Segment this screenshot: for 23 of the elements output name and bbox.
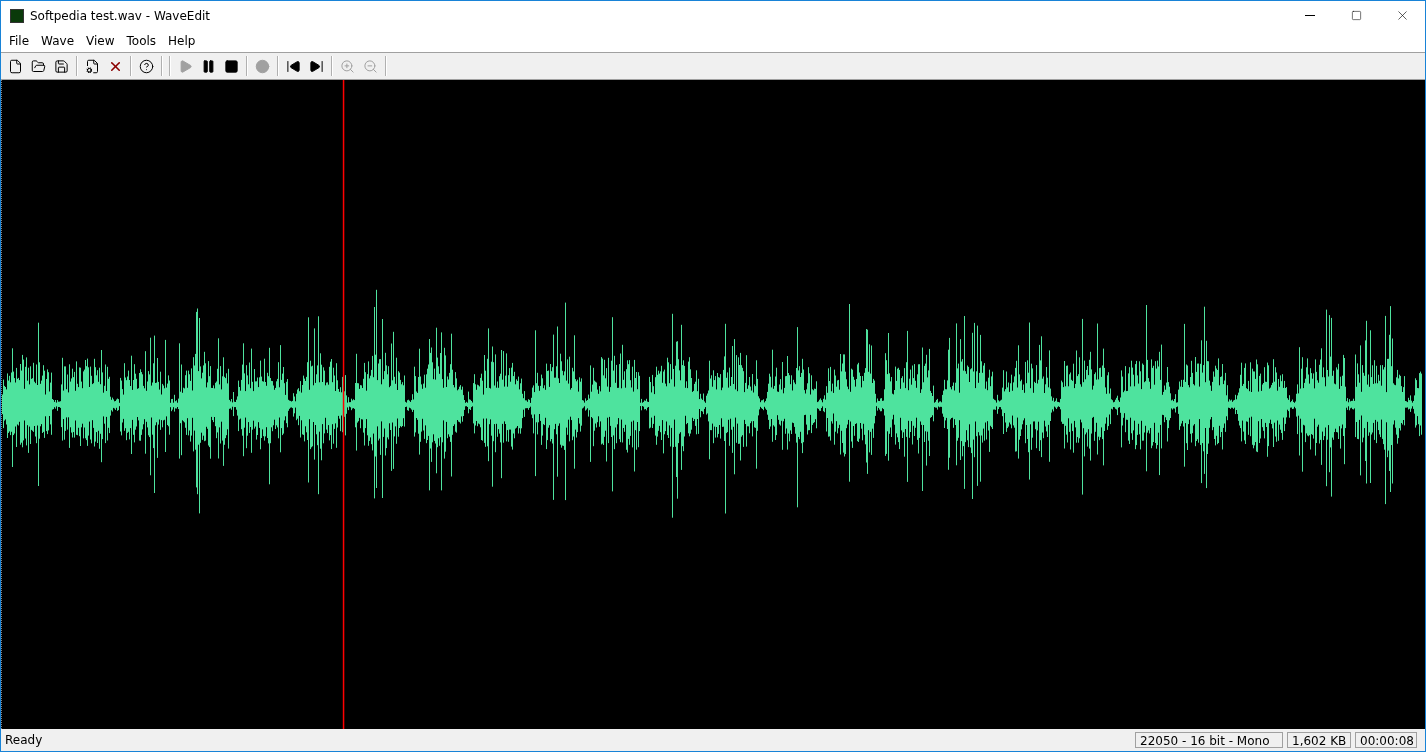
app-icon (10, 8, 24, 23)
open-icon (31, 58, 46, 74)
help-icon (139, 58, 154, 74)
duration: 00:00:08 (1355, 732, 1417, 749)
menu-item[interactable]: View (80, 33, 121, 48)
window-title: Softpedia test.wav - WaveEdit (30, 8, 212, 23)
audio-format: 22050 - 16 bit - Mono (1135, 732, 1283, 749)
playhead-line[interactable] (342, 80, 345, 730)
menu-item[interactable]: Tools (120, 33, 163, 48)
pause-icon (201, 58, 216, 74)
record-icon (255, 58, 270, 74)
zoom-in-icon (340, 58, 355, 74)
save-icon (54, 58, 69, 74)
play-icon (178, 58, 193, 74)
menu-item[interactable]: Help (162, 33, 202, 48)
stop-icon (224, 58, 239, 74)
zoom-out-icon (363, 58, 378, 74)
menu-item[interactable]: File (3, 33, 36, 48)
menu-item[interactable]: Wave (35, 33, 81, 48)
file-size: 1,602 KB (1287, 732, 1351, 749)
minimize-icon (1305, 15, 1315, 16)
status-message: Ready (4, 733, 44, 748)
maximize-icon (1350, 10, 1362, 21)
